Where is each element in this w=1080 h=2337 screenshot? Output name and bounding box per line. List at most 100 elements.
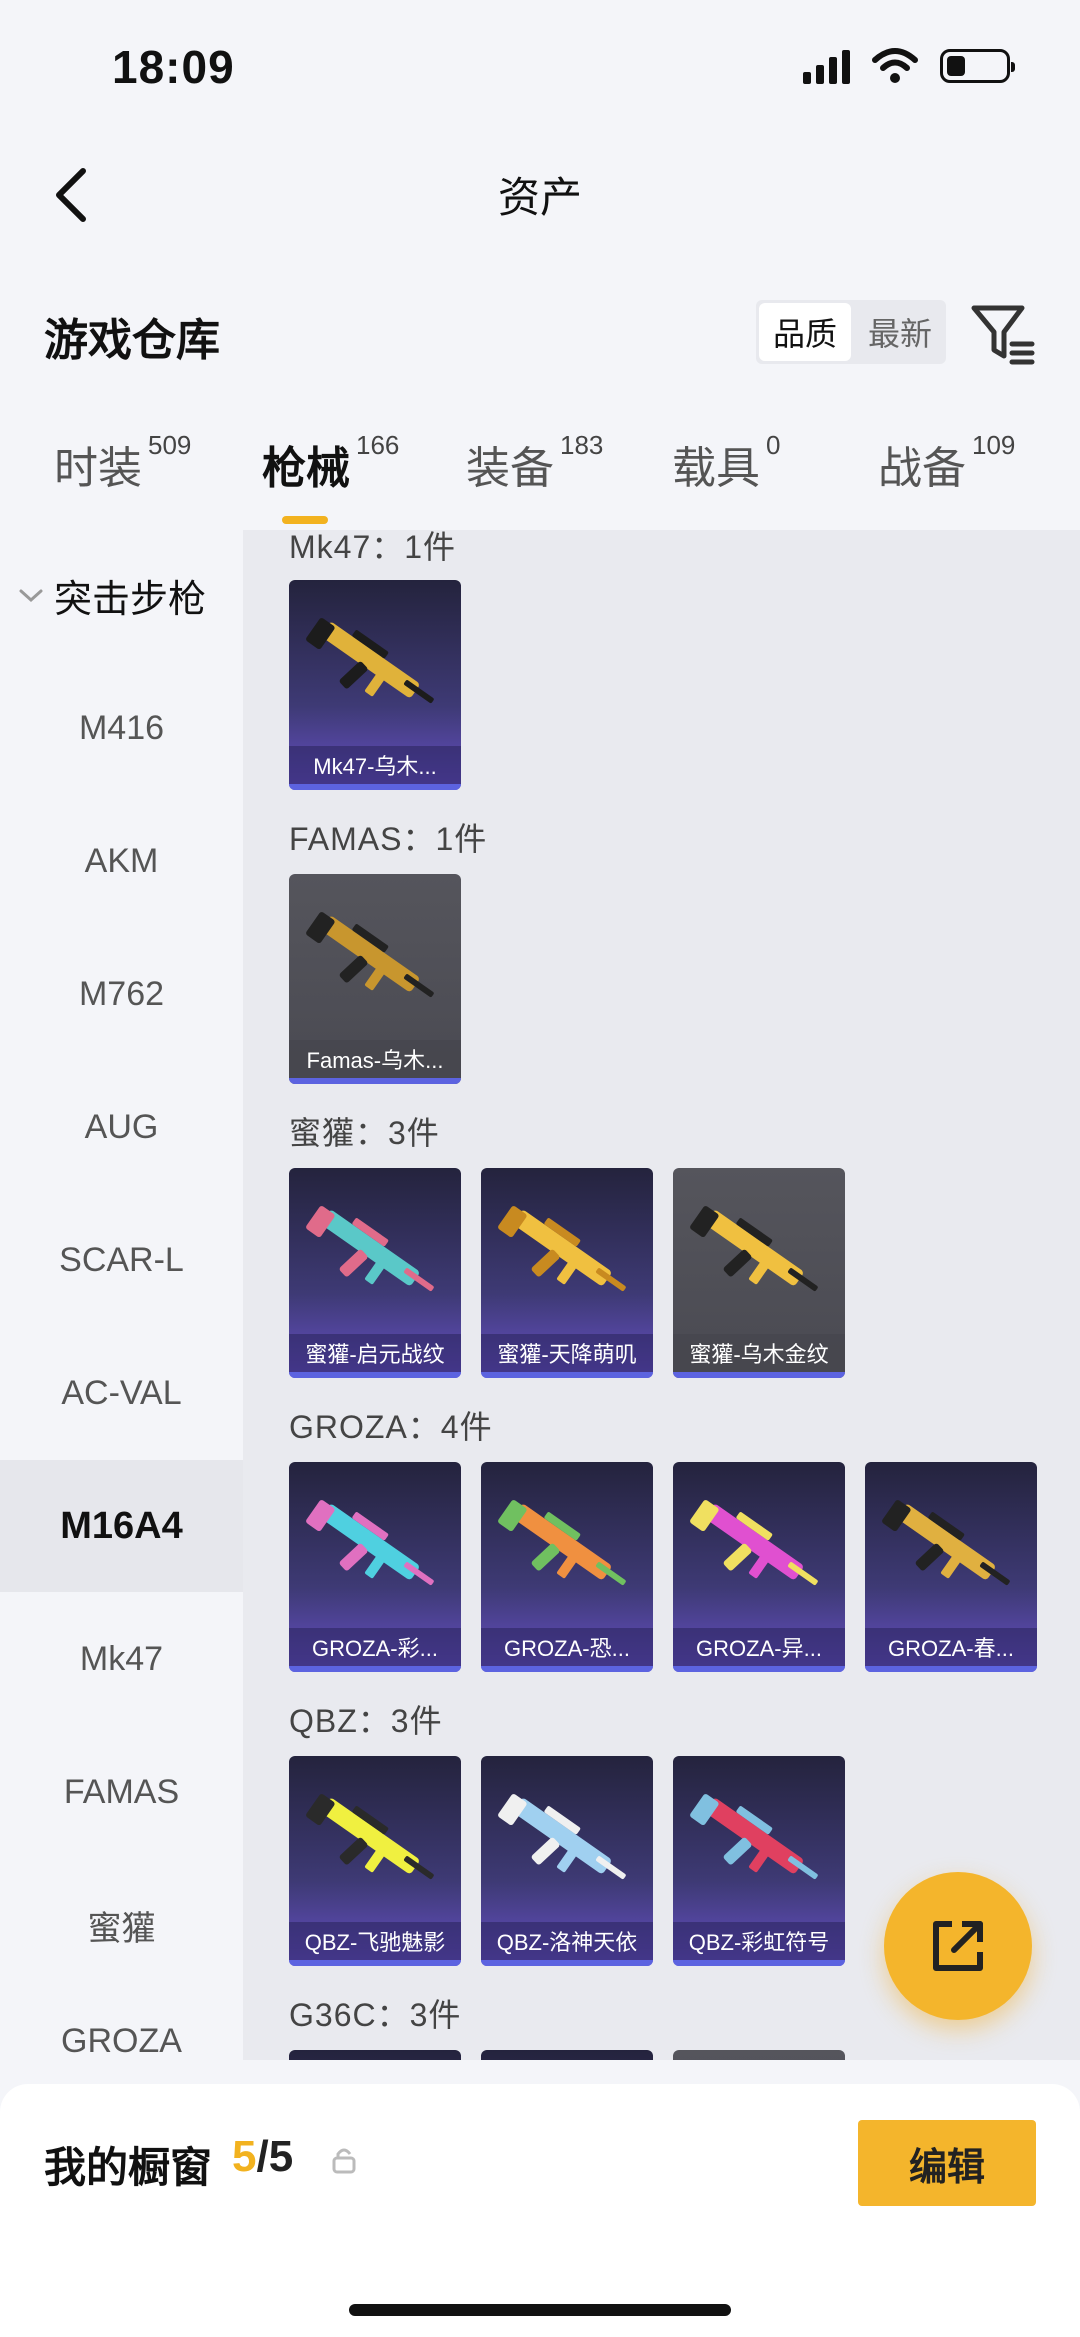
skin-card-label: QBZ-飞驰魅影 <box>289 1922 461 1960</box>
sort-toggle: 品质 最新 <box>756 300 946 364</box>
tab-label: 战备 <box>878 444 966 493</box>
category-tabs: 时装 509 枪械 166 装备 183 载具 0 战备 109 <box>0 420 1080 530</box>
sidebar-item-aug[interactable]: AUG <box>0 1061 243 1193</box>
gun-icon <box>306 1500 434 1585</box>
signal-icon <box>803 48 850 84</box>
sidebar-item-scar-l[interactable]: SCAR-L <box>0 1194 243 1326</box>
sidebar-category-label: 突击步枪 <box>54 579 207 621</box>
sidebar-item-ac-val[interactable]: AC-VAL <box>0 1327 243 1459</box>
tab-gear[interactable]: 战备 109 <box>878 430 1016 496</box>
skin-card-label: 蜜獾-启元战纹 <box>289 1334 461 1372</box>
tab-label: 装备 <box>466 444 554 493</box>
group-title-groza: GROZA：4件 <box>289 1409 493 1445</box>
sidebar-item-m16a4[interactable]: M16A4 <box>0 1460 243 1592</box>
skin-card-label: QBZ-洛神天依 <box>481 1922 653 1960</box>
skin-card[interactable]: GROZA-彩... <box>289 1462 461 1672</box>
filter-icon <box>971 305 1035 365</box>
weapon-sidebar: 突击步枪 M416 AKM M762 AUG SCAR-L AC-VAL M16… <box>0 530 243 2060</box>
skin-card-label: GROZA-春... <box>865 1628 1037 1666</box>
gun-icon <box>882 1500 1010 1585</box>
skin-card[interactable]: GROZA-异... <box>673 1462 845 1672</box>
gun-icon <box>690 1794 818 1879</box>
gun-icon <box>306 1794 434 1879</box>
sidebar-item-famas[interactable]: FAMAS <box>0 1726 243 1858</box>
tab-count: 0 <box>766 430 781 460</box>
skin-card-label: GROZA-恐... <box>481 1628 653 1666</box>
gun-icon <box>690 1206 818 1291</box>
share-button[interactable] <box>884 1872 1032 2020</box>
group-title-g36c: G36C：3件 <box>289 1997 462 2033</box>
rarity-bar <box>289 1960 461 1966</box>
rarity-bar <box>673 1372 845 1378</box>
gun-icon <box>498 1500 626 1585</box>
skin-card-label: 蜜獾-乌木金纹 <box>673 1334 845 1372</box>
showcase-bar: 我的橱窗 5/5 编辑 <box>0 2084 1080 2337</box>
skin-card[interactable]: 蜜獾-启元战纹 <box>289 1168 461 1378</box>
skin-card[interactable]: Famas-乌木... <box>289 874 461 1084</box>
sort-quality-option[interactable]: 品质 <box>759 303 851 361</box>
sidebar-item-akm[interactable]: AKM <box>0 795 243 927</box>
group-title-qbz: QBZ：3件 <box>289 1703 443 1739</box>
skin-card-label: Mk47-乌木... <box>289 746 461 784</box>
sidebar-category-assault-rifle[interactable]: 突击步枪 <box>18 568 206 623</box>
lock-icon <box>332 2148 356 2174</box>
group-title-mk47: Mk47：1件 <box>289 530 457 565</box>
rarity-bar <box>289 1078 461 1084</box>
tab-firearms[interactable]: 枪械 166 <box>262 430 400 496</box>
gun-icon <box>498 1794 626 1879</box>
rarity-bar <box>481 1960 653 1966</box>
gun-icon <box>306 618 434 703</box>
skin-card[interactable]: 蜜獾-乌木金纹 <box>673 1168 845 1378</box>
skin-card[interactable]: Mk47-乌木... <box>289 580 461 790</box>
edit-button[interactable]: 编辑 <box>858 2120 1036 2206</box>
status-time: 18:09 <box>112 41 235 93</box>
skin-card[interactable]: GROZA-春... <box>865 1462 1037 1672</box>
tab-label: 载具 <box>672 444 760 493</box>
gun-icon <box>690 1500 818 1585</box>
rarity-bar <box>481 1666 653 1672</box>
sidebar-item-groza[interactable]: GROZA <box>0 1992 243 2060</box>
skin-card-label: 蜜獾-天降萌叽 <box>481 1334 653 1372</box>
rarity-bar <box>481 1372 653 1378</box>
tab-label: 时装 <box>54 444 142 493</box>
skin-card[interactable]: 蜜獾-天降萌叽 <box>481 1168 653 1378</box>
showcase-total: /5 <box>256 2132 294 2181</box>
wifi-icon <box>872 48 918 83</box>
rarity-bar <box>289 1666 461 1672</box>
skin-card-label: Famas-乌木... <box>289 1040 461 1078</box>
tab-count: 109 <box>972 430 1016 460</box>
sort-newest-option[interactable]: 最新 <box>854 300 946 364</box>
gun-icon <box>498 1206 626 1291</box>
weapon-grid: Mk47：1件 FAMAS：1件 蜜獾：3件 GROZA：4件 QBZ：3件 G… <box>243 530 1080 2060</box>
gun-icon <box>306 1206 434 1291</box>
tab-count: 166 <box>356 430 400 460</box>
showcase-label: 我的橱窗 <box>44 2144 213 2191</box>
skin-card-label: QBZ-彩虹符号 <box>673 1922 845 1960</box>
skin-card-partial[interactable] <box>673 2050 845 2060</box>
skin-card[interactable]: QBZ-彩虹符号 <box>673 1756 845 1966</box>
rarity-bar <box>289 784 461 790</box>
skin-card-label: GROZA-异... <box>673 1628 845 1666</box>
tab-count: 183 <box>560 430 604 460</box>
skin-card-partial[interactable] <box>289 2050 461 2060</box>
sidebar-item-m762[interactable]: M762 <box>0 928 243 1060</box>
tab-fashion[interactable]: 时装 509 <box>54 430 192 496</box>
page-title: 资产 <box>497 174 582 221</box>
filter-button[interactable] <box>968 298 1038 368</box>
tab-equipment[interactable]: 装备 183 <box>466 430 604 496</box>
skin-card-partial[interactable] <box>481 2050 653 2060</box>
status-bar: 18:09 <box>0 0 1080 140</box>
sidebar-item-m416[interactable]: M416 <box>0 662 243 794</box>
home-indicator <box>349 2304 731 2316</box>
share-icon <box>933 1921 983 1971</box>
skin-card[interactable]: GROZA-恐... <box>481 1462 653 1672</box>
sidebar-item-honey-badger[interactable]: 蜜獾 <box>0 1859 243 1991</box>
skin-card[interactable]: QBZ-飞驰魅影 <box>289 1756 461 1966</box>
rarity-bar <box>289 1372 461 1378</box>
sidebar-item-mk47[interactable]: Mk47 <box>0 1593 243 1725</box>
warehouse-header: 游戏仓库 品质 最新 <box>0 270 1080 390</box>
gun-icon <box>306 912 434 997</box>
tab-vehicles[interactable]: 载具 0 <box>672 430 781 496</box>
tab-count: 509 <box>148 430 192 460</box>
skin-card[interactable]: QBZ-洛神天依 <box>481 1756 653 1966</box>
